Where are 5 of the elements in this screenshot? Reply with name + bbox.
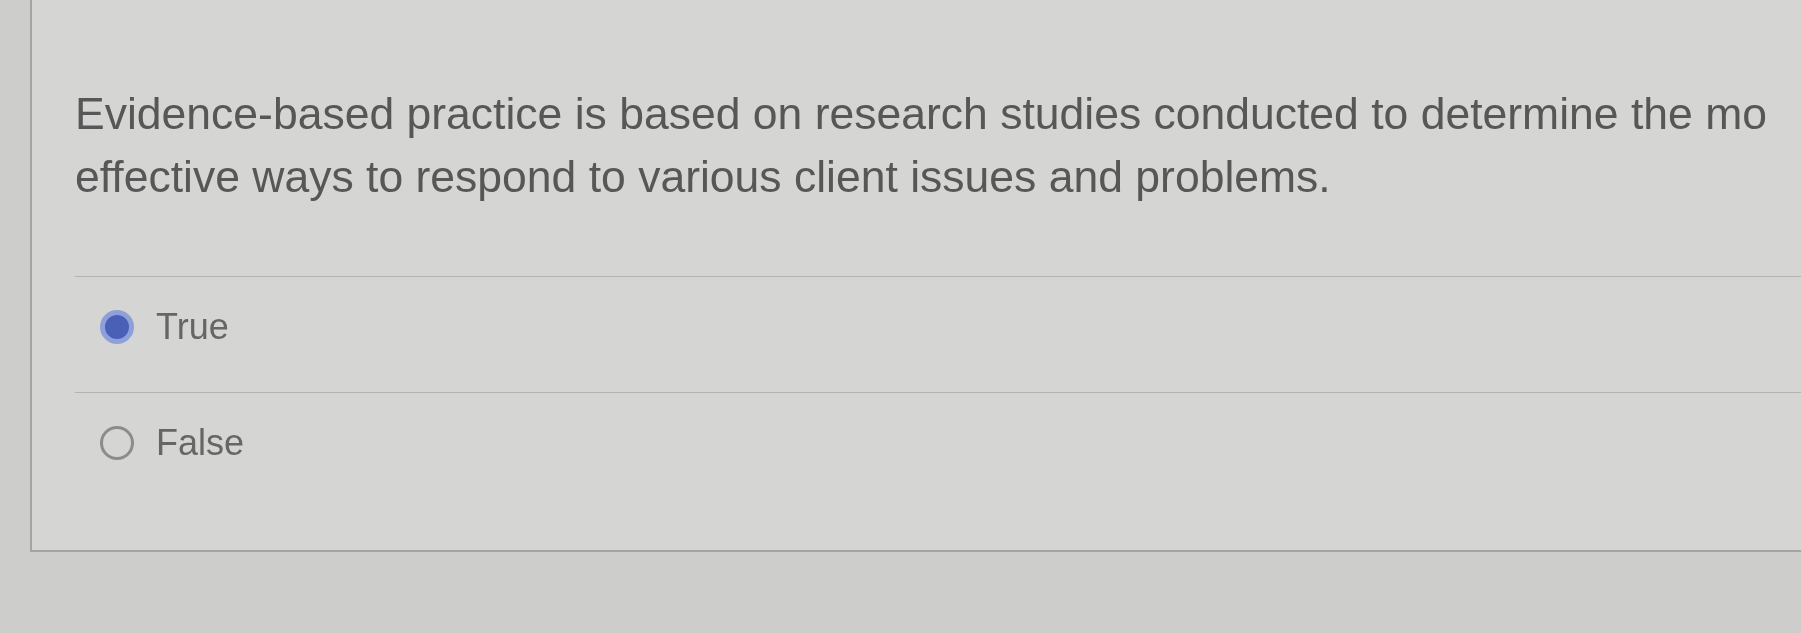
option-label[interactable]: False	[156, 424, 245, 462]
radio-button[interactable]	[100, 310, 134, 344]
question-text: Evidence-based practice is based on research studies conducted to determine the mo effective ways to respond to various client issues and problems.	[75, 88, 1768, 203]
option-label[interactable]: True	[156, 308, 229, 346]
radio-button[interactable]	[100, 426, 134, 460]
